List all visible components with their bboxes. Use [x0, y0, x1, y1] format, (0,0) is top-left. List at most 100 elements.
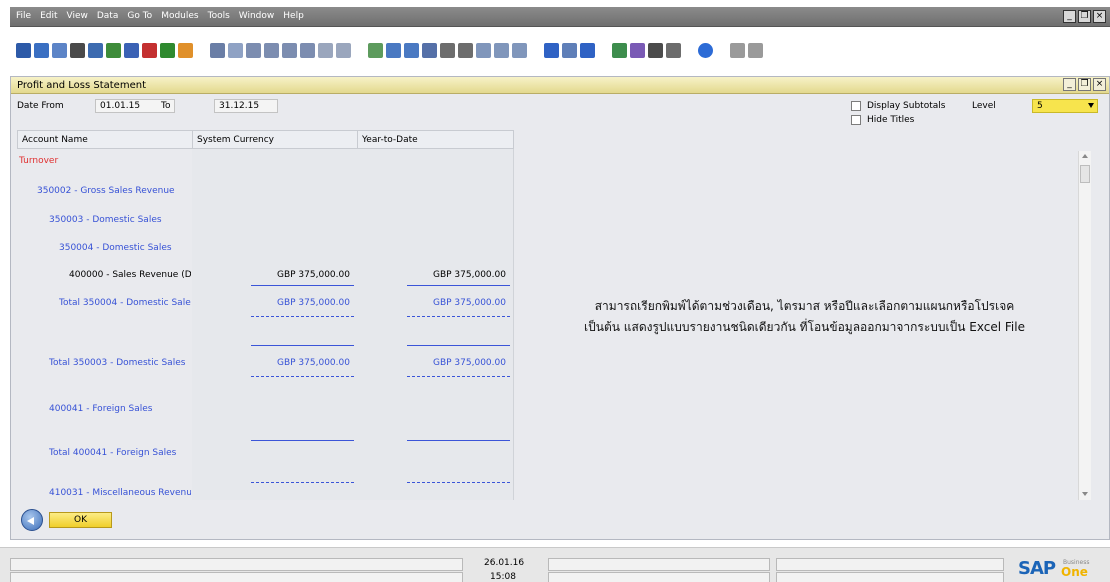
preview-icon[interactable] — [16, 43, 31, 58]
gross-profit-icon[interactable] — [422, 43, 437, 58]
last-record-icon[interactable] — [300, 43, 315, 58]
filter-icon[interactable] — [336, 43, 351, 58]
window-restore-icon[interactable]: ❐ — [1078, 78, 1091, 91]
account-name-cell[interactable]: 400000 - Sales Revenue (Do — [69, 270, 191, 280]
org-chart-icon[interactable] — [666, 43, 681, 58]
payment-means-icon[interactable] — [440, 43, 455, 58]
account-name-cell[interactable]: Total 400041 - Foreign Sales — [49, 448, 191, 458]
menu-goto[interactable]: Go To — [127, 11, 152, 21]
lock-screen-icon[interactable] — [178, 43, 193, 58]
menu-modules[interactable]: Modules — [161, 11, 198, 21]
first-record-icon[interactable] — [246, 43, 261, 58]
chevron-down-icon[interactable] — [1088, 103, 1094, 108]
layout-designer-icon[interactable] — [476, 43, 491, 58]
sort-icon[interactable] — [368, 43, 383, 58]
app-minimize-icon[interactable]: _ — [1063, 10, 1076, 23]
sms-icon[interactable] — [70, 43, 85, 58]
scroll-down-icon[interactable] — [1082, 492, 1088, 496]
app-restore-icon[interactable]: ❐ — [1078, 10, 1091, 23]
window-close-icon[interactable]: × — [1093, 78, 1106, 91]
scroll-thumb[interactable] — [1080, 165, 1090, 183]
status-field-4 — [548, 572, 770, 582]
year-to-date-cell[interactable]: GBP 375,000.00 — [433, 298, 506, 308]
total-underline — [407, 285, 510, 286]
edit-icon[interactable] — [544, 43, 559, 58]
year-to-date-cell[interactable]: GBP 375,000.00 — [433, 270, 506, 280]
window-titlebar[interactable]: Profit and Loss Statement _ ❐ × — [11, 77, 1109, 94]
email-icon[interactable] — [52, 43, 67, 58]
window-title: Profit and Loss Statement — [17, 80, 146, 91]
hide-titles-checkbox[interactable] — [851, 115, 861, 125]
subtotal-dashed-line — [407, 376, 510, 377]
volume-weight-icon[interactable] — [458, 43, 473, 58]
base-document-icon[interactable] — [386, 43, 401, 58]
settings-icon[interactable] — [512, 43, 527, 58]
logo-one-text: One — [1061, 565, 1088, 579]
sap-business-one-logo: SAP Business One — [1018, 558, 1102, 582]
year-to-date-cell[interactable]: GBP 375,000.00 — [433, 358, 506, 368]
subtotal-dashed-line — [251, 376, 354, 377]
transfer-icon[interactable] — [580, 43, 595, 58]
menu-tools[interactable]: Tools — [208, 11, 230, 21]
app-close-icon[interactable]: × — [1093, 10, 1106, 23]
menu-view[interactable]: View — [67, 11, 88, 21]
vertical-scrollbar[interactable] — [1078, 151, 1091, 500]
account-name-cell[interactable]: 350004 - Domestic Sales — [59, 243, 191, 253]
previous-record-icon[interactable] — [264, 43, 279, 58]
status-field-5 — [776, 558, 1004, 571]
target-document-icon[interactable] — [404, 43, 419, 58]
account-name-cell[interactable]: Turnover — [19, 156, 191, 166]
next-record-icon[interactable] — [282, 43, 297, 58]
print-icon[interactable] — [34, 43, 49, 58]
annotation-line-2: เป็นต้น แสดงรูปแบบรายงานชนิดเดียวกัน ที่… — [584, 320, 1025, 334]
export-pdf-icon[interactable] — [142, 43, 157, 58]
fax-icon[interactable] — [88, 43, 103, 58]
message-log-icon[interactable] — [748, 43, 763, 58]
find-icon[interactable] — [210, 43, 225, 58]
refresh-icon[interactable] — [318, 43, 333, 58]
drag-relate-icon[interactable] — [730, 43, 745, 58]
export-excel-icon[interactable] — [106, 43, 121, 58]
header-account-name[interactable]: Account Name — [17, 130, 193, 149]
total-underline — [251, 285, 354, 286]
status-time: 15:08 — [490, 572, 516, 582]
reports-icon[interactable] — [648, 43, 663, 58]
export-word-icon[interactable] — [124, 43, 139, 58]
system-currency-cell[interactable]: GBP 375,000.00 — [277, 298, 350, 308]
account-name-cell[interactable]: 350003 - Domestic Sales — [49, 215, 191, 225]
header-year-to-date[interactable]: Year-to-Date — [357, 130, 514, 149]
system-currency-cell[interactable]: GBP 375,000.00 — [277, 358, 350, 368]
form-settings-icon[interactable] — [494, 43, 509, 58]
system-currency-cell[interactable]: GBP 375,000.00 — [277, 270, 350, 280]
account-name-cell[interactable]: 400041 - Foreign Sales — [49, 404, 191, 414]
calendar-icon[interactable] — [612, 43, 627, 58]
display-subtotals-checkbox[interactable] — [851, 101, 861, 111]
messages-icon[interactable] — [630, 43, 645, 58]
total-underline — [407, 345, 510, 346]
menu-help[interactable]: Help — [283, 11, 304, 21]
menu-window[interactable]: Window — [239, 11, 275, 21]
back-arrow-icon[interactable] — [21, 509, 43, 531]
help-icon[interactable] — [698, 43, 713, 58]
ok-button[interactable]: OK — [49, 512, 112, 528]
annotation-text: สามารถเรียกพิมพ์ได้ตามช่วงเดือน, ไตรมาส … — [523, 296, 1086, 338]
header-system-currency[interactable]: System Currency — [192, 130, 358, 149]
menu-data[interactable]: Data — [97, 11, 119, 21]
window-minimize-icon[interactable]: _ — [1063, 78, 1076, 91]
scroll-up-icon[interactable] — [1082, 154, 1088, 158]
level-select[interactable]: 5 — [1032, 99, 1098, 113]
add-icon[interactable] — [228, 43, 243, 58]
column-system-currency — [192, 149, 358, 500]
menu-file[interactable]: File — [16, 11, 31, 21]
date-to-field[interactable]: 31.12.15 — [214, 99, 278, 113]
account-name-cell[interactable]: 410031 - Miscellaneous Revenue — [49, 488, 191, 498]
menu-edit[interactable]: Edit — [40, 11, 57, 21]
attachment-icon[interactable] — [562, 43, 577, 58]
launch-app-icon[interactable] — [160, 43, 175, 58]
account-name-cell[interactable]: 350002 - Gross Sales Revenue — [37, 186, 191, 196]
account-name-cell[interactable]: Total 350004 - Domestic Sales — [59, 298, 191, 308]
account-name-cell[interactable]: Total 350003 - Domestic Sales — [49, 358, 191, 368]
annotation-line-1: สามารถเรียกพิมพ์ได้ตามช่วงเดือน, ไตรมาส … — [594, 299, 1015, 313]
status-field-1 — [10, 558, 463, 571]
display-subtotals-label: Display Subtotals — [867, 101, 946, 111]
